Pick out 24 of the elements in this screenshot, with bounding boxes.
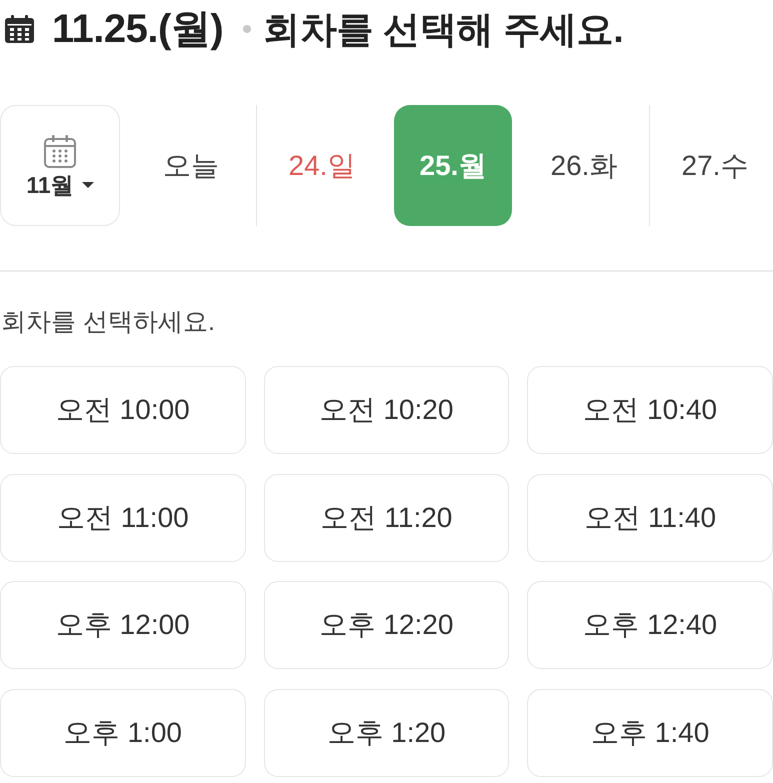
time-slot-button[interactable]: 오전 10:40 (527, 366, 773, 454)
calendar-icon (5, 15, 34, 43)
time-slot-button[interactable]: 오후 12:40 (527, 581, 773, 669)
section-label: 회차를 선택하세요. (1, 308, 215, 336)
page-title: 회차를 선택해 주세요. (263, 10, 624, 48)
calendar-icon (44, 134, 76, 168)
time-slot-button[interactable]: 오전 10:20 (264, 366, 510, 454)
caret-icon (82, 182, 94, 188)
time-slot-button[interactable]: 오후 1:20 (264, 688, 510, 776)
time-slot-button[interactable]: 오후 1:40 (527, 688, 773, 776)
month-picker-button[interactable]: 11월 (0, 105, 120, 226)
date-tab[interactable]: 26.화 (525, 105, 643, 226)
time-slot-button[interactable]: 오전 10:00 (0, 366, 246, 454)
month-label: 11월 (26, 174, 74, 196)
time-slot-button[interactable]: 오후 12:00 (0, 581, 246, 669)
time-slot-button[interactable]: 오전 11:00 (0, 474, 246, 562)
time-slot-button[interactable]: 오전 11:20 (264, 474, 510, 562)
selected-date-title: 11.25.(월) (52, 9, 224, 49)
date-tab[interactable]: 오늘 (132, 105, 250, 226)
time-slot-button[interactable]: 오후 12:20 (264, 581, 510, 669)
time-slot-button[interactable]: 오전 11:40 (527, 474, 773, 562)
time-slot-button[interactable]: 오후 1:00 (0, 688, 246, 776)
date-tab[interactable]: 24.일 (263, 105, 381, 226)
date-tab[interactable]: 27.수 (663, 105, 767, 226)
